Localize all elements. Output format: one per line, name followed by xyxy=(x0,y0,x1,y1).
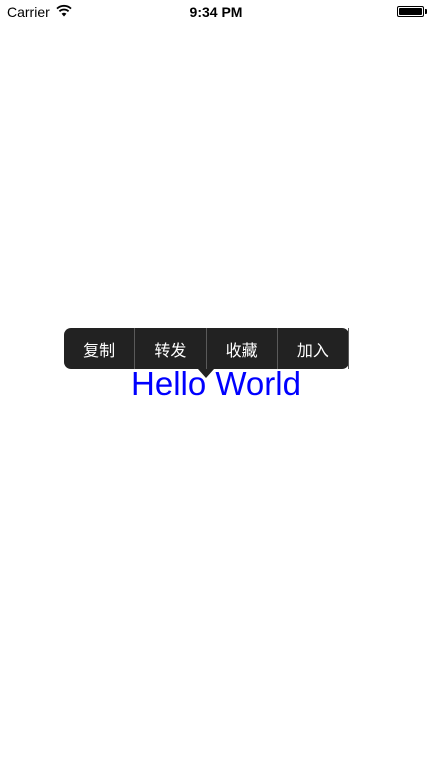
battery-icon xyxy=(397,6,424,17)
battery-tip xyxy=(425,9,427,14)
battery-level xyxy=(399,8,422,15)
status-time: 9:34 PM xyxy=(189,4,243,20)
menu-item-favorite[interactable]: 收藏 xyxy=(207,328,278,369)
screen: Carrier 9:34 PM 复制 转发 收藏 加入 Hello World xyxy=(0,0,432,768)
edit-menu: 复制 转发 收藏 加入 xyxy=(64,328,349,378)
menu-item-forward[interactable]: 转发 xyxy=(135,328,207,369)
menu-item-join[interactable]: 加入 xyxy=(278,328,349,369)
status-bar: Carrier 9:34 PM xyxy=(0,0,432,24)
hello-label[interactable]: Hello World xyxy=(0,364,432,404)
menu-item-copy[interactable]: 复制 xyxy=(64,328,136,369)
